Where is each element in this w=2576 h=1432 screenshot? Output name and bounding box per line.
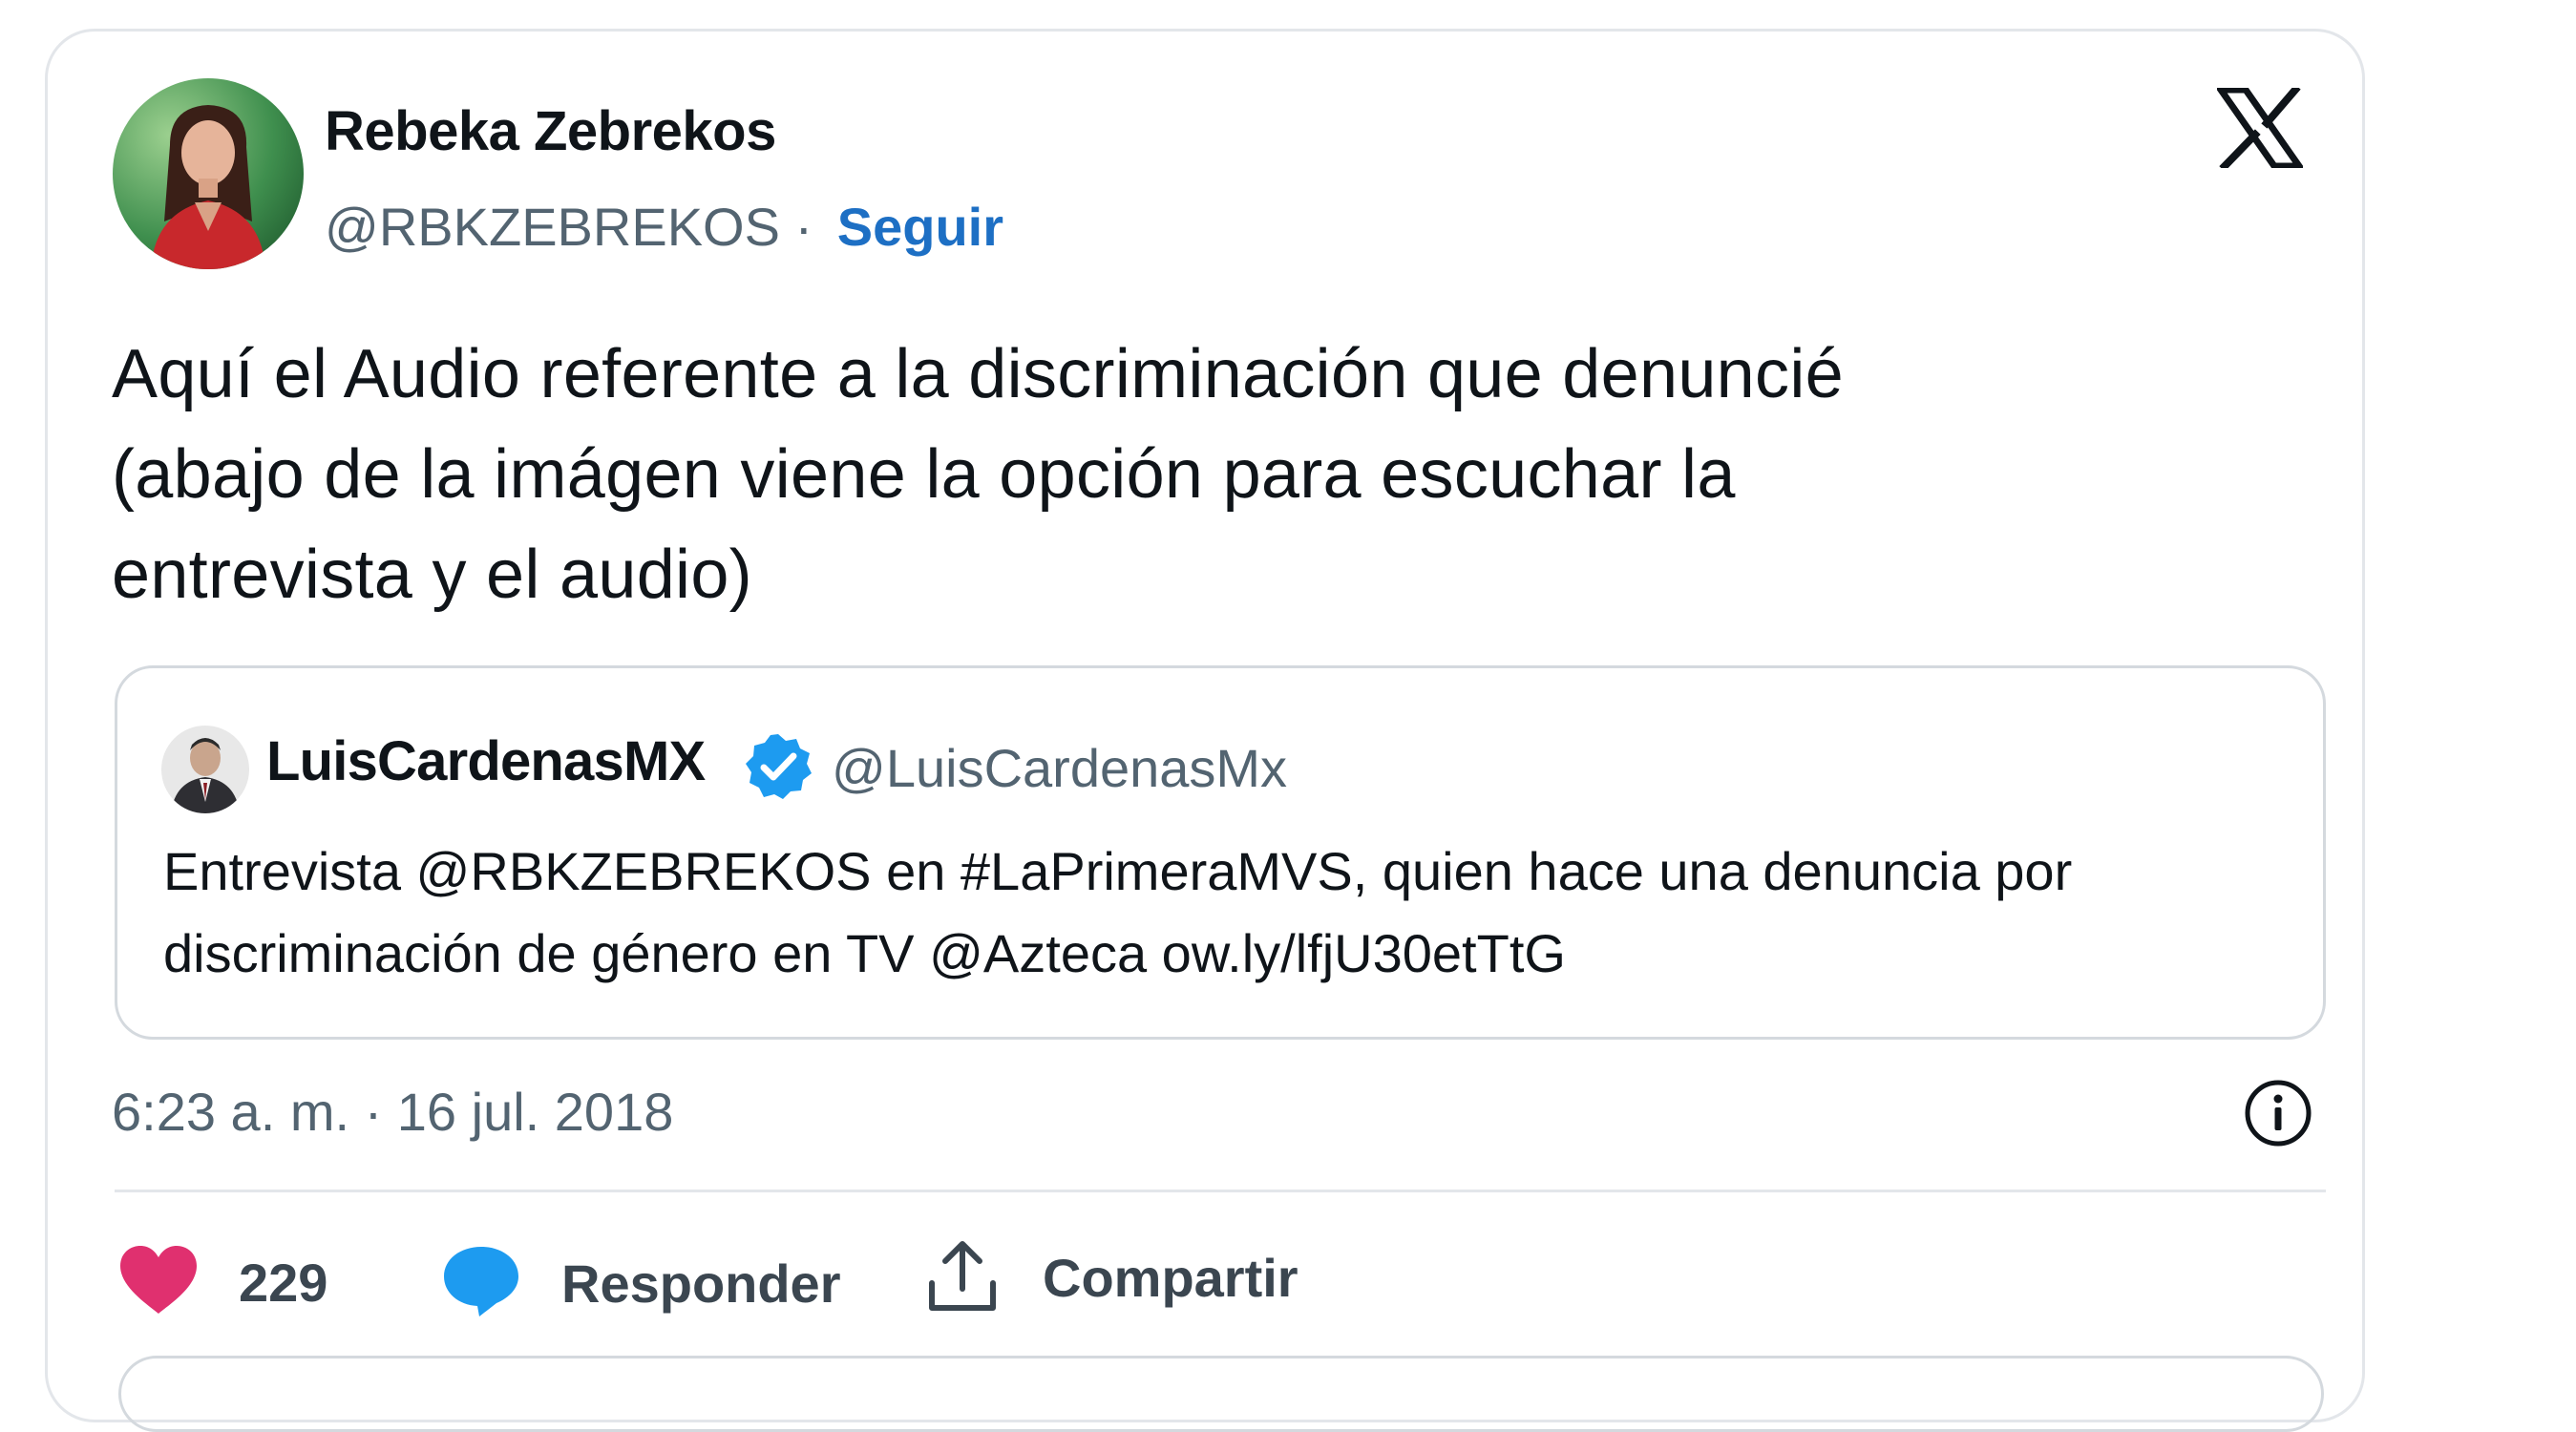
reply-button[interactable]: Responder bbox=[441, 1245, 841, 1322]
reply-bubble-icon bbox=[441, 1245, 521, 1322]
quoted-author-name[interactable]: LuisCardenasMX bbox=[266, 729, 706, 793]
author-handle[interactable]: @RBKZEBREKOS bbox=[325, 197, 780, 257]
author-name[interactable]: Rebeka Zebrekos bbox=[325, 99, 776, 163]
verified-badge-icon bbox=[743, 731, 813, 802]
tweet-text-line: entrevista y el audio) bbox=[112, 537, 752, 613]
reply-label: Responder bbox=[561, 1253, 841, 1314]
quoted-author-avatar bbox=[161, 726, 249, 813]
heart-icon bbox=[118, 1245, 199, 1320]
quoted-author-handle[interactable]: @LuisCardenasMx bbox=[832, 737, 1287, 799]
share-label: Compartir bbox=[1043, 1248, 1299, 1308]
share-button[interactable]: Compartir bbox=[926, 1237, 1299, 1318]
quoted-tweet-text: Entrevista @RBKZEBREKOS en #LaPrimeraMVS… bbox=[163, 831, 2283, 995]
divider bbox=[115, 1190, 2326, 1192]
like-button[interactable]: 229 bbox=[118, 1245, 327, 1320]
tweet-text-line: Aquí el Audio referente a la discriminac… bbox=[112, 336, 1844, 412]
read-replies-button[interactable] bbox=[118, 1356, 2324, 1432]
follow-button[interactable]: Seguir bbox=[837, 197, 1003, 257]
quoted-text-line: discriminación de género en TV @Azteca o… bbox=[163, 923, 1566, 983]
tweet-timestamp[interactable]: 6:23 a. m. · 16 jul. 2018 bbox=[112, 1081, 673, 1143]
share-upload-icon bbox=[926, 1237, 999, 1318]
like-count: 229 bbox=[239, 1253, 328, 1313]
author-handle-row: @RBKZEBREKOS · Seguir bbox=[325, 196, 1003, 258]
handle-separator: · bbox=[779, 197, 828, 257]
info-icon[interactable] bbox=[2242, 1077, 2314, 1149]
x-logo-icon[interactable] bbox=[2214, 84, 2306, 172]
author-avatar[interactable] bbox=[113, 78, 304, 269]
tweet-text-line: (abajo de la imágen viene la opción para… bbox=[112, 436, 1736, 513]
tweet-text: Aquí el Audio referente a la discriminac… bbox=[112, 325, 2260, 625]
quoted-tweet[interactable]: LuisCardenasMX @LuisCardenasMx Entrevist… bbox=[115, 665, 2326, 1040]
quoted-text-line: Entrevista @RBKZEBREKOS en #LaPrimeraMVS… bbox=[163, 841, 2073, 901]
